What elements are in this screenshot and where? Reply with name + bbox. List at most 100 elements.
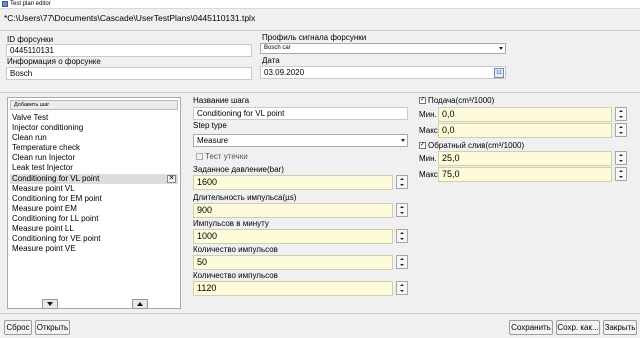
delivery-min-label: Мин. bbox=[419, 110, 437, 119]
pressure-input[interactable]: 1600 bbox=[193, 175, 393, 190]
spin-down-icon bbox=[400, 264, 404, 266]
step-name-label: Название шага bbox=[193, 96, 250, 105]
steps-panel: Добавить шаг Valve Test Injector conditio… bbox=[7, 97, 181, 309]
delivery-max-spinner[interactable] bbox=[615, 123, 627, 137]
reset-button[interactable]: Сброс bbox=[4, 320, 32, 335]
backflow-max-spinner[interactable] bbox=[615, 167, 627, 181]
signal-profile-select[interactable]: Bosch car bbox=[260, 43, 506, 54]
step-list-item[interactable]: Injector conditioning bbox=[10, 123, 178, 133]
close-button[interactable]: Закрыть bbox=[603, 320, 637, 335]
step-list-item-label: Valve Test bbox=[12, 113, 49, 122]
step-list-item-label: Conditioning for LL point bbox=[12, 213, 99, 223]
injector-info-input[interactable]: Bosch bbox=[6, 67, 252, 80]
pulse-count-2-input[interactable]: 1120 bbox=[193, 281, 393, 296]
date-value: 03.09.2020 bbox=[264, 68, 305, 77]
pulses-per-minute-input[interactable]: 1000 bbox=[193, 229, 393, 244]
step-name-input[interactable]: Conditioning for VL point bbox=[193, 107, 408, 120]
footer-divider bbox=[0, 313, 640, 314]
step-list-item-label: Clean run bbox=[12, 133, 47, 143]
step-type-value: Measure bbox=[197, 136, 229, 145]
spin-up-icon bbox=[619, 126, 623, 128]
step-list-item-label: Measure point LL bbox=[12, 224, 74, 234]
pulses-per-minute-label: Импульсов в минуту bbox=[193, 219, 269, 228]
spin-up-icon bbox=[400, 206, 404, 208]
arrow-down-icon bbox=[47, 302, 53, 306]
spin-up-icon bbox=[400, 178, 404, 180]
open-button[interactable]: Открыть bbox=[35, 320, 70, 335]
delivery-label: Подача(cm³/1000) bbox=[428, 96, 495, 105]
spin-up-icon bbox=[400, 284, 404, 286]
chevron-down-icon bbox=[401, 139, 405, 142]
move-down-button[interactable] bbox=[42, 299, 58, 309]
step-list-item[interactable]: Measure point EM bbox=[10, 204, 178, 214]
step-list-item-label: Measure point EM bbox=[12, 203, 77, 213]
spin-down-icon bbox=[619, 160, 623, 162]
pulse-duration-spinner[interactable] bbox=[396, 203, 408, 217]
backflow-min-label: Мин. bbox=[419, 154, 437, 163]
section-divider bbox=[0, 92, 640, 93]
title-bar: Test plan editor bbox=[0, 0, 640, 9]
step-type-select[interactable]: Measure bbox=[193, 134, 408, 147]
pulse-count-input[interactable]: 50 bbox=[193, 255, 393, 270]
step-list-item[interactable]: Conditioning for VL point ✕ bbox=[10, 173, 178, 184]
spin-down-icon bbox=[400, 212, 404, 214]
chevron-down-icon bbox=[499, 47, 503, 50]
save-as-button[interactable]: Сохр. как... bbox=[556, 320, 600, 335]
injector-id-input[interactable]: 0445110131 bbox=[6, 44, 252, 57]
save-button[interactable]: Сохранить bbox=[509, 320, 553, 335]
leak-test-checkbox[interactable] bbox=[196, 153, 203, 160]
injector-info-label: Информация о форсунке bbox=[7, 57, 101, 66]
add-step-button[interactable]: Добавить шаг bbox=[10, 100, 178, 110]
pulse-count-2-label: Количество импульсов bbox=[193, 271, 278, 280]
step-list-item[interactable]: Conditioning for EM point bbox=[10, 194, 178, 204]
date-picker[interactable]: 03.09.2020 11 bbox=[260, 66, 506, 79]
pulse-count-label: Количество импульсов bbox=[193, 245, 278, 254]
delivery-max-input[interactable]: 0,0 bbox=[438, 123, 612, 138]
delivery-min-spinner[interactable] bbox=[615, 107, 627, 121]
step-list-item[interactable]: Measure point LL bbox=[10, 224, 178, 234]
step-list-item-label: Measure point VE bbox=[12, 244, 76, 254]
step-list-item[interactable]: Conditioning for VE point bbox=[10, 234, 178, 244]
step-list-item-label: Conditioning for EM point bbox=[12, 193, 102, 203]
file-path-bar: *C:\Users\77\Documents\Cascade\UserTestP… bbox=[0, 9, 640, 31]
pulse-duration-input[interactable]: 900 bbox=[193, 203, 393, 218]
step-list-item[interactable]: Measure point VE bbox=[10, 244, 178, 254]
calendar-icon[interactable]: 11 bbox=[494, 68, 504, 78]
pulse-count-spinner[interactable] bbox=[396, 255, 408, 269]
delivery-checkbox[interactable]: ✓ bbox=[419, 97, 426, 104]
arrow-up-icon bbox=[137, 302, 143, 306]
step-list-item-label: Clean run Injector bbox=[12, 153, 76, 163]
pulse-duration-label: Длительность импульса(µs) bbox=[193, 193, 297, 202]
spin-down-icon bbox=[400, 184, 404, 186]
delete-step-icon[interactable]: ✕ bbox=[167, 174, 176, 183]
delivery-min-input[interactable]: 0,0 bbox=[438, 107, 612, 122]
backflow-max-input[interactable]: 75,0 bbox=[438, 167, 612, 182]
move-up-button[interactable] bbox=[132, 299, 148, 309]
pulses-per-minute-spinner[interactable] bbox=[396, 229, 408, 243]
injector-id-label: ID форсунки bbox=[7, 35, 54, 44]
spin-up-icon bbox=[619, 154, 623, 156]
step-list-item-label: Conditioning for VE point bbox=[12, 234, 101, 244]
backflow-max-label: Макс. bbox=[419, 170, 441, 179]
step-list-item[interactable]: Temperature check bbox=[10, 143, 178, 153]
backflow-min-input[interactable]: 25,0 bbox=[438, 151, 612, 166]
backflow-min-spinner[interactable] bbox=[615, 151, 627, 165]
pressure-label: Заданное давление(bar) bbox=[193, 165, 284, 174]
backflow-checkbox[interactable]: ✓ bbox=[419, 142, 426, 149]
step-list-item-label: Temperature check bbox=[12, 143, 81, 153]
step-list-item[interactable]: Valve Test bbox=[10, 113, 178, 123]
signal-profile-label: Профиль сигнала форсунки bbox=[262, 33, 367, 42]
spin-down-icon bbox=[619, 132, 623, 134]
step-list-item[interactable]: Measure point VL bbox=[10, 184, 178, 194]
step-list-item[interactable]: Conditioning for LL point bbox=[10, 214, 178, 224]
pressure-spinner[interactable] bbox=[396, 175, 408, 189]
step-list-item[interactable]: Leak test Injector bbox=[10, 163, 178, 173]
step-list-item[interactable]: Clean run Injector bbox=[10, 153, 178, 163]
spin-down-icon bbox=[400, 290, 404, 292]
spin-down-icon bbox=[619, 176, 623, 178]
date-label: Дата bbox=[262, 56, 280, 65]
window-title: Test plan editor bbox=[10, 1, 51, 7]
pulse-count-2-spinner[interactable] bbox=[396, 281, 408, 295]
signal-profile-value: Bosch car bbox=[264, 45, 291, 51]
step-list-item[interactable]: Clean run bbox=[10, 133, 178, 143]
